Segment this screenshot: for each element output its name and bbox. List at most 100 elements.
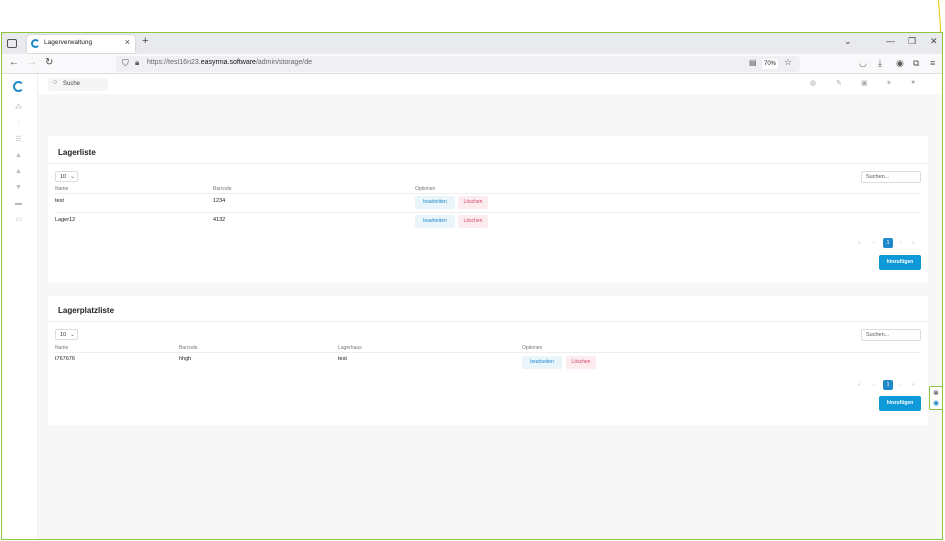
pagination-first[interactable]: « [858, 240, 861, 246]
floating-widget: ⊗ ◉ [929, 386, 943, 410]
add-storage-button[interactable]: hinzufügen [879, 255, 921, 270]
chevron-down-icon: ⌄ [70, 332, 76, 338]
divider [48, 163, 928, 164]
row-divider [55, 352, 921, 353]
new-tab-icon[interactable]: + [142, 35, 148, 47]
column-header-barcode: Barcode [213, 186, 232, 192]
sidebar-filter-icon[interactable]: ▼ [14, 184, 23, 191]
account-icon[interactable]: ◉ [896, 58, 904, 69]
cell-barcode: 1234 [213, 198, 226, 204]
cell-warehouse: test [338, 356, 347, 362]
storage-list-title: Lagerliste [58, 148, 96, 157]
notification-icon[interactable]: ◍ [810, 79, 816, 87]
edit-button[interactable]: bearbeiten [415, 215, 455, 228]
pagination-next[interactable]: › [900, 240, 902, 246]
divider [48, 321, 928, 322]
window-close-icon[interactable]: ✕ [930, 36, 938, 47]
cell-name: Lager12 [55, 217, 76, 223]
search-icon: ○ [53, 79, 58, 86]
column-header-options: Optionen [522, 345, 543, 351]
location-list-card: Lagerplatzliste 10 ⌄ Suchen... Name Barc… [48, 296, 928, 425]
reload-icon[interactable]: ↻ [45, 57, 53, 68]
restore-icon[interactable]: ❐ [908, 36, 916, 47]
cell-name: test [55, 198, 64, 204]
sidebar-tools-icon[interactable]: ⫶ [14, 120, 23, 127]
sidebar-user-icon[interactable]: ▲ [14, 152, 23, 159]
browser-window: Lagerverwaltung × + ⌄ — ❐ ✕ ← → ↻ ⛉ 🔒︎ h… [1, 32, 943, 540]
bookmark-star-icon[interactable]: ☆ [784, 57, 792, 68]
cell-barcode: hhgh [179, 356, 192, 362]
url-bar[interactable]: ⛉ 🔒︎ https://test16n23.easyrma.software/… [116, 56, 800, 72]
app-content: ⁂ ⫶ ☰ ▲ ▲ ▼ ▬ ▭ ○ Suche ◍ ✎ ▣ ✶ ● Lagerl… [2, 74, 942, 539]
reader-view-icon[interactable]: ▤ [749, 58, 757, 67]
column-header-warehouse: Lagerhaus [338, 345, 362, 351]
minimize-icon[interactable]: — [886, 36, 895, 46]
pagination-last[interactable]: » [912, 240, 915, 246]
page-size-select[interactable]: 10 ⌄ [55, 329, 78, 340]
sidebar-dashboard-icon[interactable]: ⁂ [14, 104, 23, 111]
user-avatar-icon[interactable]: ● [911, 79, 915, 86]
column-header-name: Name [55, 345, 69, 351]
url-text[interactable]: https://test16n23.easyrma.software/admin… [147, 59, 312, 66]
sidebar-list-icon[interactable]: ☰ [14, 136, 23, 143]
shield-icon[interactable]: ⛉ [122, 58, 129, 69]
sidebar: ⁂ ⫶ ☰ ▲ ▲ ▼ ▬ ▭ [2, 74, 38, 539]
sidebar-users-icon[interactable]: ▲ [14, 168, 23, 175]
easyrma-favicon-icon [31, 39, 40, 48]
global-search[interactable]: ○ Suche [48, 78, 108, 91]
tab-lagerverwaltung[interactable]: Lagerverwaltung × [27, 35, 135, 53]
cell-name: t767676 [55, 356, 75, 362]
chevron-down-icon: ⌄ [70, 174, 76, 180]
menu-icon[interactable]: ≡ [930, 58, 935, 68]
page-size-value: 10 [60, 174, 67, 180]
back-arrow-icon[interactable]: ← [9, 57, 19, 68]
easyrma-logo-icon[interactable] [13, 81, 24, 92]
location-list-title: Lagerplatzliste [58, 306, 115, 315]
column-header-name: Name [55, 186, 69, 192]
edit-button[interactable]: bearbeiten [415, 196, 455, 209]
delete-button[interactable]: Löschen [458, 196, 488, 209]
delete-button[interactable]: Löschen [458, 215, 488, 228]
row-divider [55, 212, 921, 213]
settings-icon[interactable]: ✶ [886, 79, 892, 87]
lock-icon[interactable]: 🔒︎ [135, 58, 139, 68]
pagination-current[interactable]: 1 [883, 238, 893, 248]
location-search-input[interactable]: Suchen... [861, 329, 921, 341]
extensions-icon[interactable]: ⧉ [913, 58, 919, 69]
pagination-prev[interactable]: ‹ [873, 240, 875, 246]
page-size-value: 10 [60, 332, 67, 338]
forward-arrow-icon[interactable]: → [27, 57, 37, 68]
tab-title: Lagerverwaltung [44, 39, 93, 46]
downloads-icon[interactable]: ⤓ [878, 58, 882, 69]
close-circle-icon[interactable]: ⊗ [933, 389, 939, 397]
sidebar-chat-icon[interactable]: ▬ [14, 200, 23, 207]
pagination-first[interactable]: « [858, 382, 861, 388]
tab-list-chevron-icon[interactable]: ⌄ [844, 36, 852, 47]
top-bar: ○ Suche ◍ ✎ ▣ ✶ ● [38, 74, 942, 94]
pagination-last[interactable]: » [912, 382, 915, 388]
wrench-icon[interactable]: ✎ [836, 79, 842, 87]
tab-bar: Lagerverwaltung × + ⌄ — ❐ ✕ [2, 33, 942, 54]
cell-barcode: 4132 [213, 217, 226, 223]
pagination-next[interactable]: › [900, 382, 902, 388]
target-circle-icon[interactable]: ◉ [933, 399, 939, 407]
tab-close-icon[interactable]: × [125, 37, 130, 47]
pagination-prev[interactable]: ‹ [873, 382, 875, 388]
tab-overview-icon[interactable] [7, 39, 17, 48]
storage-search-input[interactable]: Suchen... [861, 171, 921, 183]
sidebar-id-icon[interactable]: ▭ [14, 216, 23, 223]
column-header-options: Optionen [415, 186, 436, 192]
page-size-select[interactable]: 10 ⌄ [55, 171, 78, 182]
message-icon[interactable]: ▣ [861, 79, 868, 87]
zoom-level[interactable]: 70% [762, 59, 778, 69]
search-label: Suche [63, 81, 81, 87]
edit-button[interactable]: bearbeiten [522, 356, 562, 369]
add-location-button[interactable]: hinzufügen [879, 396, 921, 411]
nav-bar: ← → ↻ ⛉ 🔒︎ https://test16n23.easyrma.sof… [2, 54, 942, 74]
delete-button[interactable]: Löschen [566, 356, 596, 369]
pocket-icon[interactable]: ◡ [859, 58, 867, 69]
pagination-current[interactable]: 1 [883, 380, 893, 390]
column-header-barcode: Barcode [179, 345, 198, 351]
row-divider [55, 193, 921, 194]
storage-list-card: Lagerliste 10 ⌄ Suchen... Name Barcode O… [48, 136, 928, 283]
